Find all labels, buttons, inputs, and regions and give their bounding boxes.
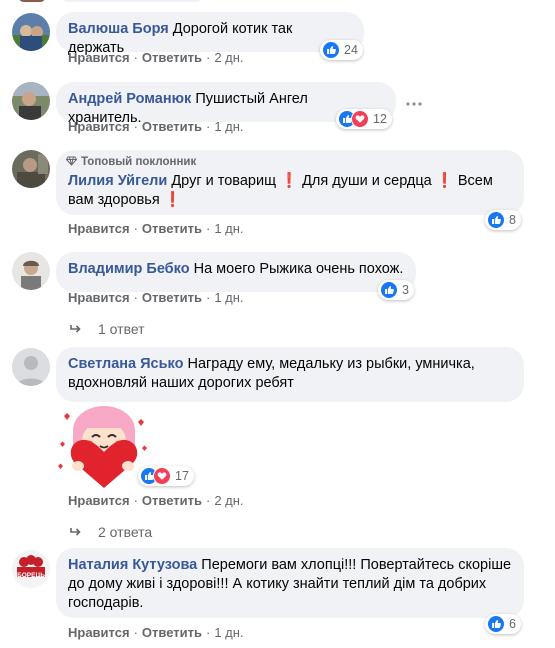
separator: · [205,221,211,236]
reaction-count: 3 [402,283,409,297]
avatar[interactable] [12,252,50,290]
reaction-summary[interactable]: 8 [485,210,521,230]
like-icon [380,281,398,299]
reaction-count: 24 [344,43,358,57]
comment-bubble: Наталия Кутузова Перемоги вам хлопці!!! … [56,548,524,618]
comment-author[interactable]: Светлана Ясько [68,356,183,372]
comment-bubble: Валюша Боря Дорогой котик так держать [56,12,364,56]
avatar[interactable] [12,150,50,188]
like-button[interactable]: Нравится [68,290,130,305]
comment-author[interactable]: Лилия Уйгели [68,173,167,189]
separator: · [133,221,138,236]
reaction-count: 17 [175,469,189,483]
reply-button[interactable]: Ответить [142,50,202,65]
previous-comment-avatar-edge [18,0,46,2]
reaction-summary[interactable]: 24 [320,40,363,60]
reaction-count: 8 [509,213,516,227]
separator: · [205,290,211,305]
love-icon [351,110,369,128]
reply-button[interactable]: Ответить [142,290,202,305]
comment-actions: Нравится · Ответить · 1 дн. [68,625,244,640]
avatar-label: БОРЕЦЬ [17,572,45,579]
avatar[interactable] [12,13,50,51]
avatar[interactable] [12,82,50,120]
reply-arrow-icon [70,325,81,333]
diamond-icon [65,156,78,166]
reply-button[interactable]: Ответить [142,119,202,134]
love-icon [153,467,171,485]
comment-time[interactable]: 1 дн. [214,290,243,305]
reply-button[interactable]: Ответить [142,221,202,236]
separator: · [205,119,211,134]
comment-actions: Нравится · Ответить · 1 дн. [68,290,244,305]
reply-arrow-icon [70,528,81,536]
like-button[interactable]: Нравится [68,221,130,236]
comment-time[interactable]: 1 дн. [214,221,243,236]
separator: · [133,493,138,508]
more-dots-icon[interactable] [406,93,422,109]
comment-bubble: Владимир Бебко На моего Рыжика очень пох… [56,252,416,292]
comment-actions: Нравится · Ответить · 1 дн. [68,221,244,236]
reply-button[interactable]: Ответить [142,493,202,508]
like-icon [487,211,505,229]
avatar[interactable] [12,348,50,386]
separator: · [133,50,138,65]
previous-comment-bubble-edge [62,0,202,2]
comment-actions: Нравится · Ответить · 2 дн. [68,493,244,508]
separator: · [205,625,211,640]
comment-bubble: Светлана Ясько Награду ему, медальку из … [56,347,524,402]
reaction-summary[interactable]: 6 [485,614,521,634]
reaction-summary[interactable]: 3 [378,280,414,300]
comment-author[interactable]: Валюша Боря [68,21,169,37]
separator: · [133,625,138,640]
comment-time[interactable]: 2 дн. [214,493,243,508]
separator: · [133,290,138,305]
like-button[interactable]: Нравится [68,493,130,508]
like-icon [487,615,505,633]
view-replies-link[interactable]: 1 ответ [70,321,145,337]
comment-actions: Нравится · Ответить · 1 дн. [68,119,244,134]
top-fan-badge[interactable]: Топовый поклонник [65,156,197,168]
comment-time[interactable]: 1 дн. [214,625,243,640]
comment-author[interactable]: Владимир Бебко [68,261,190,277]
comment-actions: Нравится · Ответить · 2 дн. [68,50,244,65]
comment-text: На моего Рыжика очень похож. [193,261,404,277]
like-icon [322,41,340,59]
like-button[interactable]: Нравится [68,119,130,134]
like-button[interactable]: Нравится [68,50,130,65]
separator: · [205,50,211,65]
reaction-summary[interactable]: 17 [138,466,194,486]
comment-author[interactable]: Наталия Кутузова [68,557,197,573]
reaction-count: 6 [509,617,516,631]
replies-count: 1 ответ [98,321,145,337]
reaction-count: 12 [373,112,387,126]
sticker-image [54,404,150,490]
badge-label: Топовый поклонник [81,156,197,168]
comment-author[interactable]: Андрей Романюк [68,91,191,107]
view-replies-link[interactable]: 2 ответа [70,524,152,540]
separator: · [205,493,211,508]
comment-time[interactable]: 1 дн. [214,119,243,134]
replies-count: 2 ответа [98,524,153,540]
reaction-summary[interactable]: 12 [336,109,392,129]
comment-time[interactable]: 2 дн. [214,50,243,65]
reply-button[interactable]: Ответить [142,625,202,640]
avatar[interactable]: БОРЕЦЬ [12,550,50,588]
like-button[interactable]: Нравится [68,625,130,640]
separator: · [133,119,138,134]
